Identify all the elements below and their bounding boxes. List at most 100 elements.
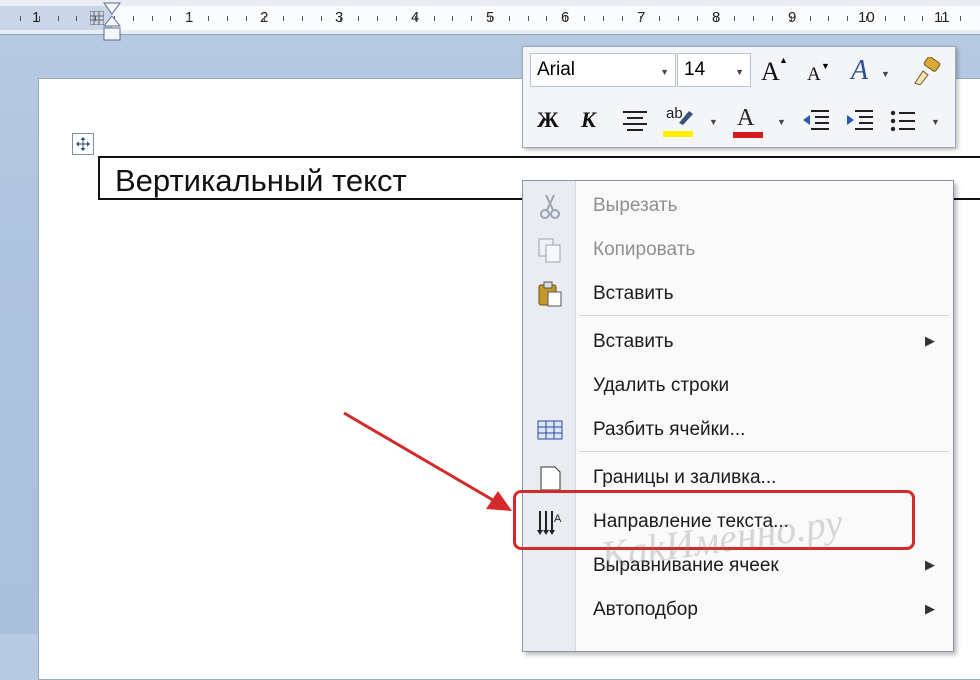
align-center-icon[interactable] <box>621 109 649 131</box>
increase-indent-icon[interactable] <box>845 109 875 133</box>
ruler-tick <box>734 16 735 21</box>
menu-item-label: Вырезать <box>593 195 678 216</box>
ruler-tick <box>39 16 40 21</box>
bold-button[interactable]: Ж <box>537 107 559 133</box>
mini-toolbar: Arial ▼ 14 ▼ A ▲ A ▼ A ▼ Ж К ab ▼ A ▼ ▼ <box>522 46 956 148</box>
ruler-tick <box>960 16 961 21</box>
ruler-tick <box>264 16 265 21</box>
scissors-icon <box>540 194 560 219</box>
ruler-tick <box>847 16 848 21</box>
borders-icon <box>540 466 561 491</box>
copy-icon <box>538 238 561 263</box>
font-size-value: 14 <box>684 59 706 80</box>
italic-button[interactable]: К <box>581 107 596 133</box>
ruler-tick <box>565 16 566 21</box>
annotation-arrow-icon <box>343 411 512 511</box>
ruler-number: 9 <box>788 9 797 26</box>
ruler-tick <box>471 16 472 21</box>
ruler-tick <box>716 16 717 21</box>
pen-icon <box>679 111 693 125</box>
styles-button[interactable]: A <box>851 55 868 87</box>
menu-item-label: Автоподбор <box>593 599 698 620</box>
ruler-tick <box>170 16 171 21</box>
menu-item-label: Копировать <box>593 239 696 260</box>
ruler-tick <box>866 16 867 21</box>
menu-item-label: Вставить <box>593 283 674 304</box>
chevron-down-icon[interactable]: ▼ <box>931 117 940 127</box>
menu-separator <box>579 315 949 316</box>
ruler-tick <box>189 16 190 21</box>
submenu-arrow-icon: ▶ <box>925 601 935 616</box>
chevron-down-icon[interactable]: ▼ <box>881 69 890 79</box>
ruler-tick <box>941 16 942 21</box>
ruler-tick <box>76 16 77 21</box>
ruler-tick <box>622 16 623 21</box>
highlight-button[interactable]: ab <box>663 105 695 139</box>
ruler-tick <box>678 16 679 21</box>
menu-item-label: Границы и заливка... <box>593 467 777 488</box>
menu-item-paste[interactable]: Вставить <box>523 273 953 313</box>
shrink-font-button[interactable]: A <box>807 64 821 86</box>
table-move-handle-icon[interactable] <box>72 133 94 155</box>
menu-item-delete-rows[interactable]: Удалить строки <box>523 365 953 405</box>
context-menu: Вырезать Копировать Вставить Вставить ▶ … <box>522 180 954 652</box>
ruler-tick <box>452 16 453 21</box>
ruler-tick <box>659 16 660 21</box>
ruler-tick <box>434 16 435 21</box>
ruler-tick <box>227 16 228 21</box>
ruler-tick <box>246 16 247 21</box>
chevron-down-icon[interactable]: ▼ <box>777 117 786 127</box>
menu-item-insert[interactable]: Вставить ▶ <box>523 321 953 361</box>
ruler-tick <box>810 16 811 21</box>
menu-item-split-cells[interactable]: Разбить ячейки... <box>523 409 953 449</box>
menu-separator <box>579 451 949 452</box>
ruler-tick <box>509 16 510 21</box>
move-arrows-icon <box>76 137 90 151</box>
submenu-arrow-icon: ▶ <box>925 333 935 348</box>
menu-item-cut[interactable]: Вырезать <box>523 185 953 225</box>
ruler-tick <box>396 16 397 21</box>
ruler-tick <box>904 16 905 21</box>
ruler-tick <box>20 16 21 21</box>
paste-icon <box>538 281 562 307</box>
grow-arrow-icon: ▲ <box>779 55 788 65</box>
indent-marker-icon[interactable] <box>103 2 121 42</box>
cell-text: Вертикальный текст <box>115 163 407 198</box>
bullets-icon[interactable] <box>889 109 917 133</box>
ruler-tick <box>791 16 792 21</box>
font-name-select[interactable]: Arial ▼ <box>530 53 676 87</box>
ruler-tick <box>302 16 303 21</box>
menu-item-label: Разбить ячейки... <box>593 419 746 440</box>
menu-item-copy[interactable]: Копировать <box>523 229 953 269</box>
split-cells-icon <box>537 420 563 440</box>
format-painter-icon[interactable] <box>911 57 943 85</box>
ruler-tick <box>133 16 134 21</box>
ruler-tick <box>58 16 59 21</box>
ruler-tick <box>546 16 547 21</box>
ruler-tick <box>885 16 886 21</box>
font-color-bar <box>733 132 763 138</box>
ruler-tick <box>283 16 284 21</box>
grow-font-button[interactable]: A <box>761 57 780 87</box>
table-column-marker-icon[interactable] <box>90 11 104 25</box>
ruler-tick <box>152 16 153 21</box>
chevron-down-icon[interactable]: ▼ <box>709 117 718 127</box>
ruler-number: 7 <box>637 9 646 26</box>
ruler-tick <box>358 16 359 21</box>
ruler-tick <box>528 16 529 21</box>
ruler-tick <box>208 16 209 21</box>
ruler-tick <box>640 16 641 21</box>
highlight-color-bar <box>663 131 693 137</box>
chevron-down-icon[interactable]: ▼ <box>660 67 669 77</box>
horizontal-ruler: 1 1 2 3 4 5 6 7 8 9 10 11 <box>0 0 980 41</box>
submenu-arrow-icon: ▶ <box>925 557 935 572</box>
ruler-tick <box>490 16 491 21</box>
font-size-select[interactable]: 14 ▼ <box>677 53 751 87</box>
decrease-indent-icon[interactable] <box>801 109 831 133</box>
ruler-tick <box>584 16 585 21</box>
ruler-tick <box>753 16 754 21</box>
ruler-tick <box>697 16 698 21</box>
chevron-down-icon[interactable]: ▼ <box>735 67 744 77</box>
font-color-button[interactable]: A <box>733 105 765 139</box>
menu-item-autofit[interactable]: Автоподбор ▶ <box>523 589 953 629</box>
